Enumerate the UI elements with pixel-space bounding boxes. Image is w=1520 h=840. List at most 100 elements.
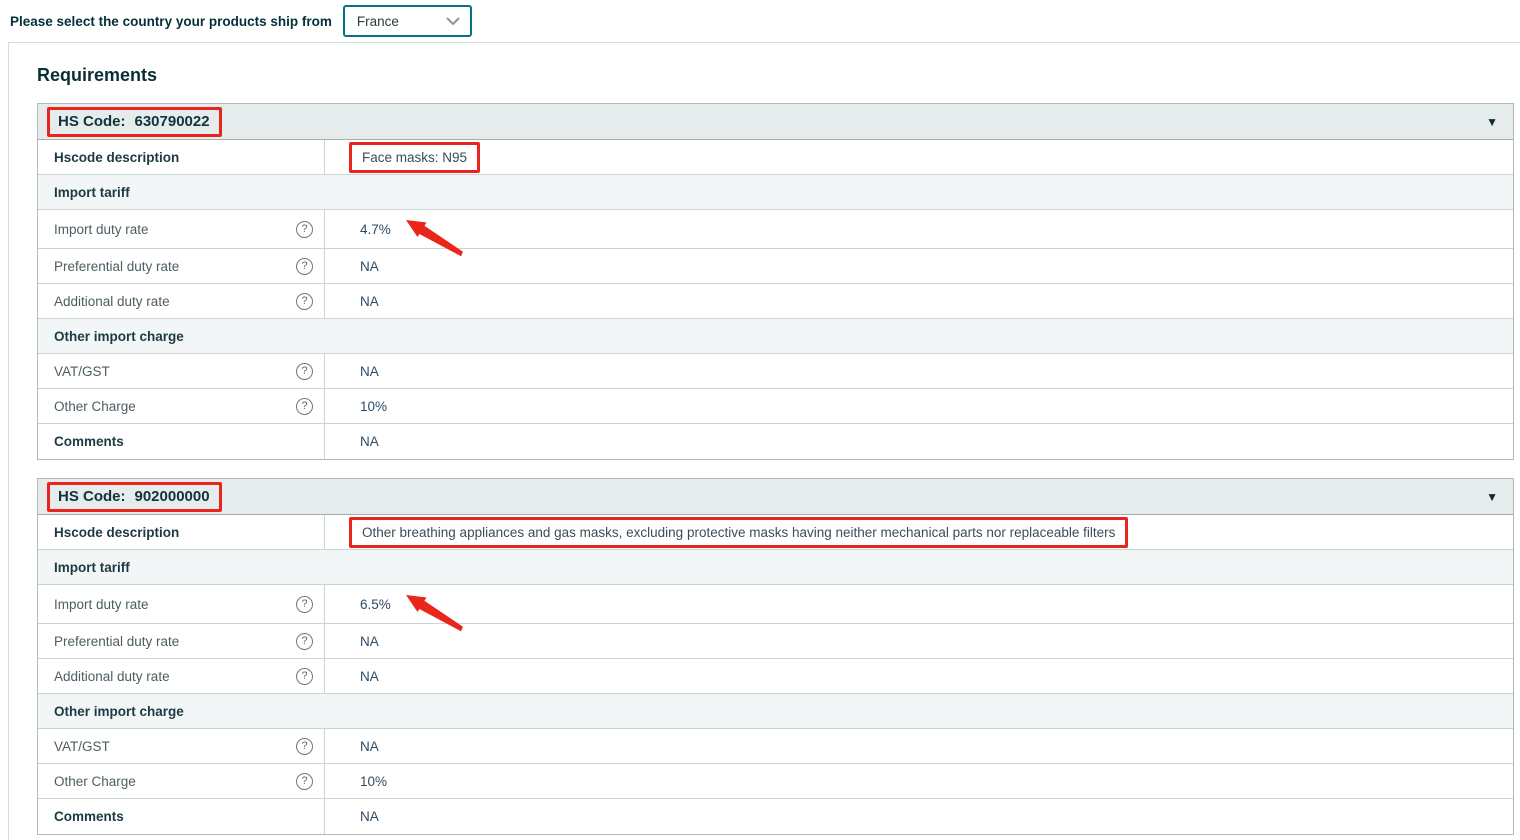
ship-from-bar: Please select the country your products … — [0, 0, 1520, 42]
hs-code-label: HS Code: — [58, 113, 126, 130]
row-label: Comments — [54, 434, 124, 449]
row-label-cell: Other Charge ? — [38, 764, 325, 798]
row-value: NA — [360, 434, 379, 449]
row-value: NA — [360, 259, 379, 274]
row-value: NA — [360, 739, 379, 754]
help-icon[interactable]: ? — [296, 221, 313, 238]
row-label-cell: Comments — [38, 424, 325, 459]
hs-code-annotation-box: HS Code: 902000000 — [47, 482, 222, 512]
row-value-cell: NA — [325, 624, 1513, 658]
table-row: Preferential duty rate ? NA — [38, 624, 1513, 659]
row-value-cell: 6.5% — [325, 585, 1513, 623]
table-row: Additional duty rate ? NA — [38, 284, 1513, 319]
row-label: Preferential duty rate — [54, 634, 179, 649]
section-label: Import tariff — [38, 185, 130, 200]
section-label: Import tariff — [38, 560, 130, 575]
red-arrow-annotation — [406, 220, 464, 258]
row-label-cell: Import duty rate ? — [38, 585, 325, 623]
help-icon[interactable]: ? — [296, 668, 313, 685]
row-label-cell: Additional duty rate ? — [38, 284, 325, 318]
row-value: 10% — [360, 774, 387, 789]
table-row: Other Charge ? 10% — [38, 389, 1513, 424]
row-value: Face masks: N95 — [349, 142, 480, 173]
section-header-row: Other import charge — [38, 319, 1513, 354]
row-label: Preferential duty rate — [54, 259, 179, 274]
hs-code-panel: HS Code: 630790022 ▼ Hscode description … — [37, 103, 1514, 460]
row-value-cell: NA — [325, 729, 1513, 763]
requirements-card: Requirements HS Code: 630790022 ▼ Hscode… — [8, 42, 1520, 840]
row-value: NA — [360, 809, 379, 824]
row-value: NA — [360, 669, 379, 684]
country-select-value: France — [357, 14, 399, 29]
row-value-cell: 10% — [325, 764, 1513, 798]
help-icon[interactable]: ? — [296, 773, 313, 790]
hs-code-value: 902000000 — [135, 488, 210, 505]
ship-from-label: Please select the country your products … — [10, 14, 332, 29]
row-value-cell: NA — [325, 799, 1513, 834]
help-icon[interactable]: ? — [296, 633, 313, 650]
table-row: Additional duty rate ? NA — [38, 659, 1513, 694]
row-label: VAT/GST — [54, 739, 110, 754]
row-label: Hscode description — [54, 150, 179, 165]
table-row: Hscode description Face masks: N95 — [38, 140, 1513, 175]
help-icon[interactable]: ? — [296, 363, 313, 380]
hs-code-panel: HS Code: 902000000 ▼ Hscode description … — [37, 478, 1514, 835]
row-label-cell: Hscode description — [38, 515, 325, 549]
help-icon[interactable]: ? — [296, 293, 313, 310]
row-value-cell: NA — [325, 284, 1513, 318]
table-row: Comments NA — [38, 424, 1513, 459]
row-value: NA — [360, 294, 379, 309]
row-value-cell: 4.7% — [325, 210, 1513, 248]
section-label: Other import charge — [38, 329, 184, 344]
row-value-cell: NA — [325, 354, 1513, 388]
red-arrow-annotation — [406, 595, 464, 633]
row-value: NA — [360, 634, 379, 649]
row-label-cell: Import duty rate ? — [38, 210, 325, 248]
row-label: Import duty rate — [54, 222, 149, 237]
panel-rows: Hscode description Face masks: N95 Impor… — [38, 140, 1513, 459]
hs-code-header[interactable]: HS Code: 902000000 ▼ — [38, 479, 1513, 515]
requirements-panels: HS Code: 630790022 ▼ Hscode description … — [37, 103, 1520, 835]
row-label: VAT/GST — [54, 364, 110, 379]
row-value-cell: NA — [325, 659, 1513, 693]
row-value-cell: NA — [325, 249, 1513, 283]
help-icon[interactable]: ? — [296, 738, 313, 755]
row-value: Other breathing appliances and gas masks… — [349, 517, 1128, 548]
table-row: VAT/GST ? NA — [38, 354, 1513, 389]
row-value-cell: NA — [325, 424, 1513, 459]
row-label: Hscode description — [54, 525, 179, 540]
section-header-row: Import tariff — [38, 175, 1513, 210]
help-icon[interactable]: ? — [296, 596, 313, 613]
collapse-caret-icon[interactable]: ▼ — [1486, 116, 1498, 128]
row-label-cell: Preferential duty rate ? — [38, 249, 325, 283]
row-label-cell: Additional duty rate ? — [38, 659, 325, 693]
section-label: Other import charge — [38, 704, 184, 719]
row-label: Additional duty rate — [54, 669, 170, 684]
row-value-cell: Other breathing appliances and gas masks… — [325, 515, 1513, 549]
table-row: Import duty rate ? 6.5% — [38, 585, 1513, 624]
hs-code-annotation-box: HS Code: 630790022 — [47, 107, 222, 137]
row-label-cell: Other Charge ? — [38, 389, 325, 423]
table-row: Import duty rate ? 4.7% — [38, 210, 1513, 249]
table-row: Other Charge ? 10% — [38, 764, 1513, 799]
help-icon[interactable]: ? — [296, 258, 313, 275]
table-row: Hscode description Other breathing appli… — [38, 515, 1513, 550]
row-value: NA — [360, 364, 379, 379]
collapse-caret-icon[interactable]: ▼ — [1486, 491, 1498, 503]
section-header-row: Other import charge — [38, 694, 1513, 729]
row-label-cell: VAT/GST ? — [38, 354, 325, 388]
country-select[interactable]: France — [343, 5, 472, 37]
row-label-cell: Hscode description — [38, 140, 325, 174]
hs-code-header[interactable]: HS Code: 630790022 ▼ — [38, 104, 1513, 140]
page-title: Requirements — [37, 65, 1520, 86]
help-icon[interactable]: ? — [296, 398, 313, 415]
row-value-cell: Face masks: N95 — [325, 140, 1513, 174]
hs-code-label: HS Code: — [58, 488, 126, 505]
hs-code-value: 630790022 — [135, 113, 210, 130]
row-label: Other Charge — [54, 774, 136, 789]
table-row: Preferential duty rate ? NA — [38, 249, 1513, 284]
chevron-down-icon — [446, 17, 460, 26]
row-label-cell: VAT/GST ? — [38, 729, 325, 763]
table-row: VAT/GST ? NA — [38, 729, 1513, 764]
row-label-cell: Preferential duty rate ? — [38, 624, 325, 658]
